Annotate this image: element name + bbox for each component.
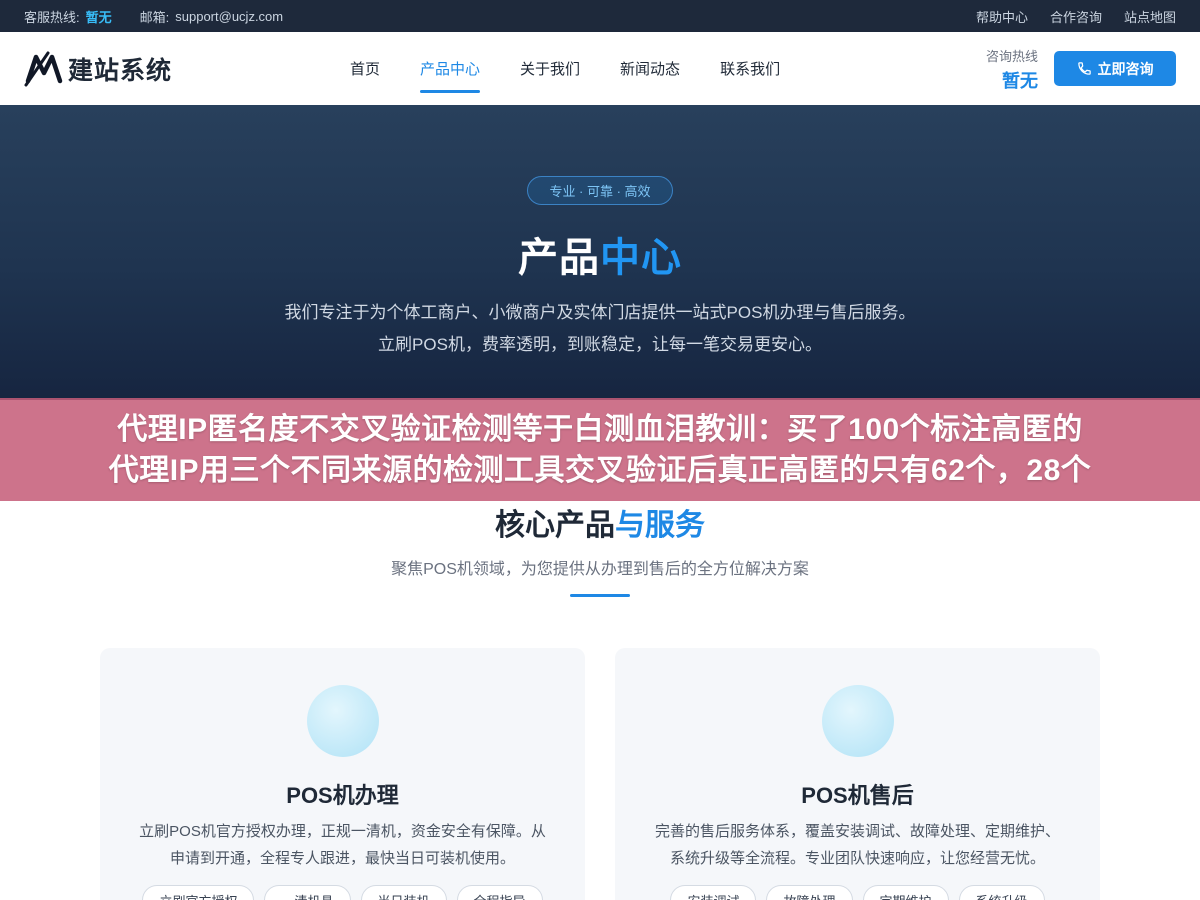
card-title: POS机办理 [286, 783, 399, 808]
consult-now-label: 立即咨询 [1097, 60, 1154, 77]
help-center-link[interactable]: 帮助中心 [976, 7, 1028, 26]
hero-tagline: 专业 · 可靠 · 高效 [527, 176, 673, 205]
sitemap-link[interactable]: 站点地图 [1124, 7, 1176, 26]
card-tag: 故障处理 [766, 885, 853, 900]
product-card-pos-service[interactable]: POS机售后 完善的售后服务体系，覆盖安装调试、故障处理、定期维护、 系统升级等… [615, 648, 1100, 900]
hero-description-line2: 立刷POS机，费率透明，到账稳定，让每一笔交易更安心。 [378, 335, 822, 354]
overlay-line2: 代理IP用三个不同来源的检测工具交叉验证后真正高匿的只有62个，28个 [108, 453, 1092, 487]
nav-contact[interactable]: 联系我们 [720, 32, 780, 105]
nav-home[interactable]: 首页 [350, 32, 380, 105]
pos-apply-icon [307, 685, 379, 757]
service-hotline-label: 客服热线: [24, 9, 80, 25]
card-description-line2: 申请到开通，全程专人跟进，最快当日可装机使用。 [169, 850, 515, 867]
card-tag: 当日装机 [360, 885, 447, 900]
card-description-line2: 系统升级等全流程。专业团队快速响应，让您经营无忧。 [669, 850, 1045, 867]
service-hotline-value: 暂无 [85, 9, 112, 25]
card-description-line1: 完善的售后服务体系，覆盖安装调试、故障处理、定期维护、 [654, 823, 1060, 840]
card-title: POS机售后 [801, 783, 914, 808]
card-description-line1: 立刷POS机官方授权办理，正规一清机，资金安全有保障。从 [139, 823, 546, 840]
hero-banner: 专业 · 可靠 · 高效 产品中心 我们专注于为个体工商户、小微商户及实体门店提… [0, 105, 1200, 400]
nav-news[interactable]: 新闻动态 [620, 32, 680, 105]
nav-products[interactable]: 产品中心 [420, 32, 481, 105]
top-links: 帮助中心 合作咨询 站点地图 [954, 7, 1176, 26]
hotline-number: 暂无 [1002, 71, 1038, 91]
logo-text: 建站系统 [68, 56, 173, 85]
section-title-accent: 与服务 [615, 509, 705, 542]
product-card-pos-apply[interactable]: POS机办理 立刷POS机官方授权办理，正规一清机，资金安全有保障。从 申请到开… [100, 648, 585, 900]
card-tag: 一清机具 [264, 885, 351, 900]
card-tag: 安装调试 [670, 885, 757, 900]
cooperation-link[interactable]: 合作咨询 [1050, 7, 1102, 26]
card-tag: 系统升级 [958, 885, 1045, 900]
card-tags: 立刷官方授权 一清机具 当日装机 全程指导 [100, 885, 585, 900]
section-title-main: 核心产品 [495, 509, 615, 542]
overlay-headline-banner: 代理IP匿名度不交叉验证检测等于白测血泪教训：买了100个标注高匿的 代理IP用… [0, 398, 1200, 501]
card-description: 立刷POS机官方授权办理，正规一清机，资金安全有保障。从 申请到开通，全程专人跟… [130, 818, 555, 872]
hero-title-main: 产品 [518, 236, 600, 280]
hero-description-line1: 我们专注于为个体工商户、小微商户及实体门店提供一站式POS机办理与售后服务。 [284, 303, 916, 322]
overlay-line1: 代理IP匿名度不交叉验证检测等于白测血泪教训：买了100个标注高匿的 [117, 412, 1083, 446]
consult-hotline: 咨询热线 暂无 [986, 46, 1038, 93]
card-description: 完善的售后服务体系，覆盖安装调试、故障处理、定期维护、 系统升级等全流程。专业团… [645, 818, 1070, 872]
top-info-bar: 客服热线: 暂无 邮箱: support@ucjz.com 帮助中心 合作咨询 … [0, 0, 1200, 32]
nav-about[interactable]: 关于我们 [520, 32, 580, 105]
card-tag: 全程指导 [456, 885, 543, 900]
main-nav: 首页 产品中心 关于我们 新闻动态 联系我们 [350, 32, 820, 105]
logo-mark-icon [24, 51, 63, 86]
card-tag: 立刷官方授权 [142, 885, 255, 900]
hero-title-accent: 中心 [600, 236, 682, 280]
pos-service-icon [822, 685, 894, 757]
hero-title: 产品中心 [0, 225, 1200, 283]
site-header: 建站系统 首页 产品中心 关于我们 新闻动态 联系我们 咨询热线 暂无 立即咨询 [0, 32, 1200, 105]
email-value[interactable]: support@ucjz.com [175, 9, 283, 24]
email-label: 邮箱: [139, 9, 170, 25]
phone-icon [1077, 62, 1091, 75]
site-logo[interactable]: 建站系统 [24, 49, 324, 89]
section-divider [570, 594, 630, 597]
consult-now-button[interactable]: 立即咨询 [1054, 51, 1176, 86]
card-tag: 定期维护 [862, 885, 949, 900]
section-title: 核心产品与服务 [0, 500, 1200, 544]
top-contact: 客服热线: 暂无 邮箱: support@ucjz.com [24, 7, 283, 26]
hotline-label: 咨询热线 [985, 49, 1038, 64]
card-tags: 安装调试 故障处理 定期维护 系统升级 [615, 885, 1100, 900]
section-subtitle: 聚焦POS机领域，为您提供从办理到售后的全方位解决方案 [391, 561, 809, 578]
